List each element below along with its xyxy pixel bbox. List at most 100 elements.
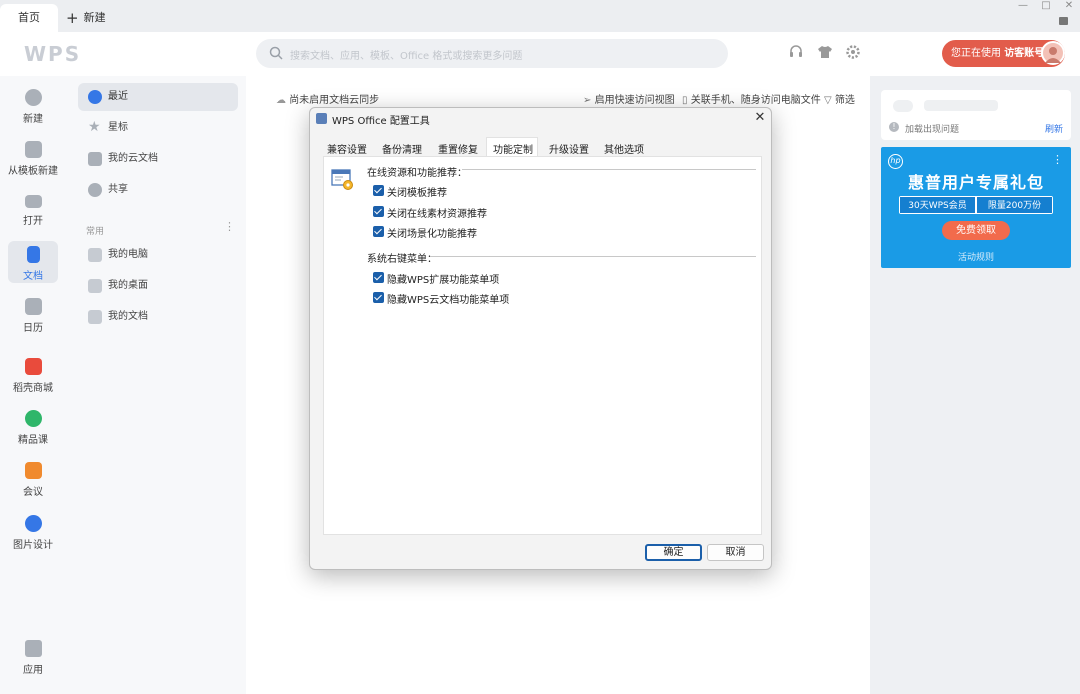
rail-documents[interactable]: 文档 bbox=[8, 241, 58, 283]
tab-bar bbox=[0, 0, 1080, 32]
banner-offer-right: 限量200万份 bbox=[977, 197, 1052, 213]
banner-rules-link[interactable]: 活动规则 bbox=[881, 250, 1071, 263]
headset-icon[interactable] bbox=[787, 44, 805, 62]
section-context-menu: 系统右键菜单： bbox=[367, 254, 437, 265]
section-online-resources: 在线资源和功能推荐： bbox=[367, 168, 467, 179]
hp-logo-icon: hp bbox=[888, 154, 903, 169]
calendar-icon bbox=[24, 298, 42, 315]
docer-mall-icon bbox=[24, 358, 42, 375]
quick-access-label: 启用快速访问视图 bbox=[594, 95, 675, 106]
dialog-close-icon[interactable]: ✕ bbox=[752, 110, 768, 126]
clock-icon bbox=[88, 90, 102, 104]
info-icon: ! bbox=[889, 122, 899, 132]
close-window-icon[interactable]: ✕ bbox=[1058, 0, 1080, 14]
banner-offer-left: 30天WPS会员 bbox=[900, 197, 975, 213]
tab-other[interactable]: 其他选项 bbox=[604, 141, 644, 156]
filter-icon: ▽ bbox=[824, 95, 832, 106]
rail-from-template[interactable]: 从模板新建 bbox=[0, 141, 66, 177]
refresh-link[interactable]: 刷新 bbox=[1045, 122, 1063, 135]
gear-icon[interactable] bbox=[844, 44, 862, 62]
nav-recent[interactable]: 最近 bbox=[78, 83, 238, 111]
promo-banner[interactable]: hp ⋮ 惠普用户专属礼包 30天WPS会员 限量200万份 免费领取 活动规则 bbox=[881, 147, 1071, 268]
rail-new[interactable]: 新建 bbox=[0, 89, 66, 125]
label-hide-ext-menu: 隐藏WPS扩展功能菜单项 bbox=[387, 275, 500, 286]
rail-courses[interactable]: 精品课 bbox=[0, 410, 66, 446]
rail-documents-label: 文档 bbox=[23, 271, 43, 282]
load-error-card: ! 加载出现问题 刷新 bbox=[881, 90, 1071, 140]
rail-meeting[interactable]: 会议 bbox=[0, 462, 66, 498]
rail-docer-label: 稻壳商城 bbox=[13, 383, 53, 394]
banner-more-icon[interactable]: ⋮ bbox=[1052, 153, 1063, 166]
tab-customize[interactable]: 功能定制 bbox=[493, 141, 533, 156]
phone-icon: ▯ bbox=[682, 95, 688, 106]
checkbox-close-templates[interactable] bbox=[373, 185, 384, 196]
minimize-icon[interactable]: — bbox=[1012, 0, 1034, 14]
phone-link-label: 关联手机、随身访问电脑文件 bbox=[690, 95, 821, 106]
tab-upgrade[interactable]: 升级设置 bbox=[549, 141, 589, 156]
filter-button[interactable]: ▽ 筛选 bbox=[824, 91, 855, 106]
search-input[interactable]: 搜索文档、应用、模板、Office 格式或搜索更多问题 bbox=[256, 39, 728, 68]
nav-starred-label: 星标 bbox=[108, 122, 128, 133]
skin-icon[interactable] bbox=[1059, 17, 1068, 25]
rail-open-label: 打开 bbox=[23, 216, 43, 227]
nav-section-common: 常用 bbox=[86, 227, 105, 237]
rail-meeting-label: 会议 bbox=[23, 487, 43, 498]
checkbox-hide-cloud-menu[interactable] bbox=[373, 292, 384, 303]
checkbox-close-materials[interactable] bbox=[373, 206, 384, 217]
phone-link[interactable]: ▯ 关联手机、随身访问电脑文件 bbox=[682, 91, 821, 106]
nav-my-computer[interactable]: 我的电脑 bbox=[78, 241, 238, 269]
cloud-icon: ☁ bbox=[276, 95, 286, 106]
tab-backup[interactable]: 备份清理 bbox=[382, 141, 422, 156]
tab-home[interactable]: 首页 bbox=[0, 4, 58, 32]
cloud-sync-status[interactable]: ☁ 尚未启用文档云同步 bbox=[276, 91, 379, 106]
label-close-materials: 关闭在线素材资源推荐 bbox=[387, 209, 487, 220]
rail-docer-mall[interactable]: 稻壳商城 bbox=[0, 358, 66, 394]
rail-apps[interactable]: 应用 bbox=[0, 640, 66, 676]
search-icon bbox=[269, 46, 283, 60]
skin-shirt-icon[interactable] bbox=[816, 44, 834, 62]
nav-cloud-label: 我的云文档 bbox=[108, 153, 158, 164]
nav-cloud-docs[interactable]: 我的云文档 bbox=[78, 145, 238, 173]
cancel-button[interactable]: 取消 bbox=[707, 544, 764, 561]
send-icon: ➢ bbox=[583, 95, 592, 106]
nav-recent-label: 最近 bbox=[108, 91, 128, 102]
tab-new[interactable]: + 新建 bbox=[66, 4, 106, 32]
checkbox-hide-ext-menu[interactable] bbox=[373, 272, 384, 283]
rail-open[interactable]: 打开 bbox=[0, 193, 66, 227]
user-status: 您正在使用 bbox=[951, 48, 1001, 59]
nav-my-desktop[interactable]: 我的桌面 bbox=[78, 272, 238, 300]
people-icon bbox=[88, 183, 102, 197]
settings-window-icon bbox=[331, 167, 355, 191]
document-icon bbox=[26, 246, 40, 263]
nav-my-documents[interactable]: 我的文档 bbox=[78, 303, 238, 331]
search-placeholder: 搜索文档、应用、模板、Office 格式或搜索更多问题 bbox=[290, 51, 523, 62]
rail-image-design-label: 图片设计 bbox=[13, 540, 53, 551]
quick-access-toggle[interactable]: ➢ 启用快速访问视图 bbox=[583, 91, 675, 106]
nav-my-documents-label: 我的文档 bbox=[108, 311, 148, 322]
rail-template-label: 从模板新建 bbox=[8, 166, 58, 177]
maximize-icon[interactable]: □ bbox=[1035, 0, 1057, 14]
folder-icon bbox=[24, 195, 42, 208]
nav-shared[interactable]: 共享 bbox=[78, 176, 238, 204]
rail-new-label: 新建 bbox=[23, 114, 43, 125]
rail-image-design[interactable]: 图片设计 bbox=[0, 515, 66, 551]
meeting-icon bbox=[24, 462, 42, 479]
ok-button[interactable]: 确定 bbox=[645, 544, 702, 561]
image-design-icon bbox=[24, 515, 42, 532]
rail-calendar[interactable]: 日历 bbox=[0, 298, 66, 334]
avatar[interactable] bbox=[1041, 41, 1065, 65]
cloud-sync-text: 尚未启用文档云同步 bbox=[289, 95, 380, 106]
banner-claim-button[interactable]: 免费领取 bbox=[942, 221, 1010, 240]
tab-new-label: 新建 bbox=[83, 11, 106, 24]
nav-my-computer-label: 我的电脑 bbox=[108, 249, 148, 260]
nav-starred[interactable]: ★ 星标 bbox=[78, 114, 238, 142]
rail-apps-label: 应用 bbox=[23, 665, 43, 676]
tab-compat[interactable]: 兼容设置 bbox=[327, 141, 367, 156]
tab-reset[interactable]: 重置修复 bbox=[438, 141, 478, 156]
folder-docs-icon bbox=[88, 310, 102, 324]
more-icon[interactable]: ⋮ bbox=[224, 220, 235, 233]
checkbox-close-scene[interactable] bbox=[373, 226, 384, 237]
graduation-cap-icon bbox=[24, 410, 42, 427]
user-account-name: 访客账号 bbox=[1004, 48, 1045, 59]
rail-calendar-label: 日历 bbox=[23, 323, 43, 334]
